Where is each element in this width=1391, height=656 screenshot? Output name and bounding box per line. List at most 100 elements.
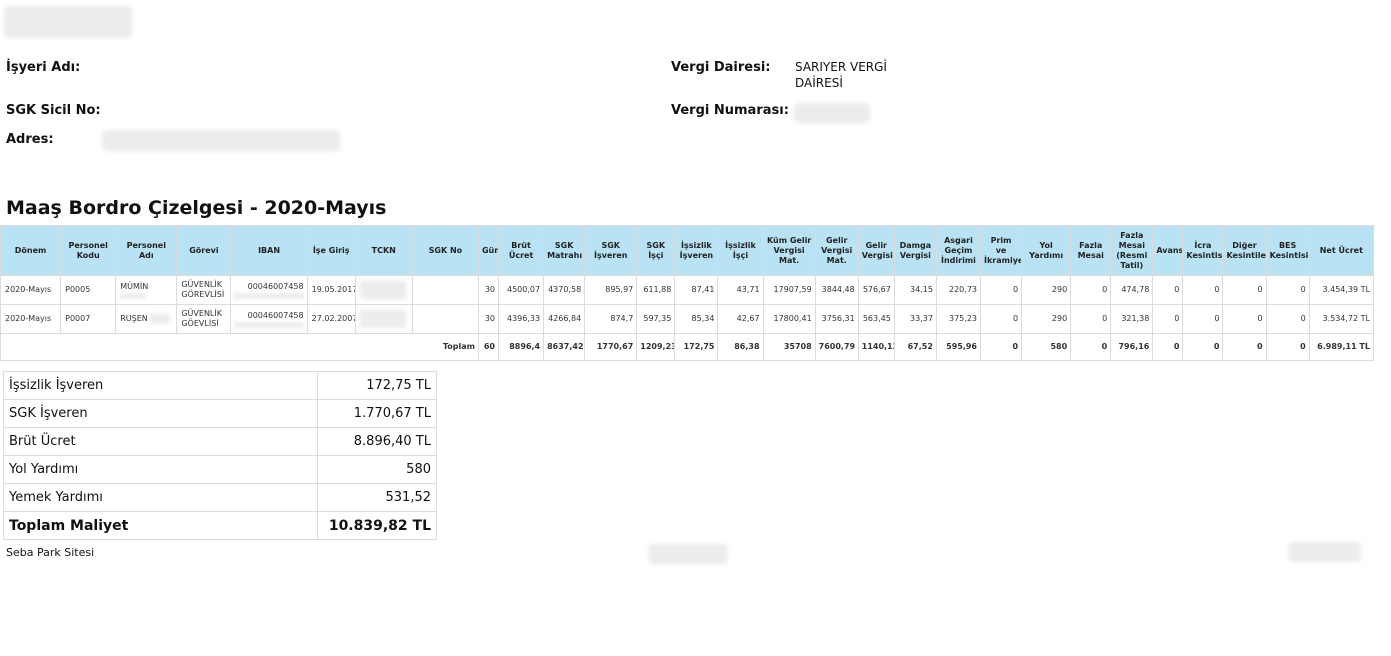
cell-net-ucret: 3.454,39 TL bbox=[1308, 275, 1375, 305]
cell-value: 17907,59 bbox=[762, 275, 816, 305]
cell-value: 597,35 bbox=[636, 304, 676, 334]
col-header: Personel Adı bbox=[115, 225, 178, 276]
cell-value: 290 bbox=[1021, 275, 1072, 305]
col-header: İşsizlik İşveren bbox=[674, 225, 719, 276]
summary-label: Yemek Yardımı bbox=[3, 483, 318, 512]
summary-total-row: Toplam Maliyet 10.839,82 TL bbox=[3, 511, 437, 540]
sgk-sicil-label: SGK Sicil No: bbox=[6, 103, 101, 118]
cell-value: 321,38 bbox=[1110, 304, 1154, 334]
col-header: Yol Yardımı bbox=[1021, 225, 1072, 276]
total-value: 595,96 bbox=[935, 333, 982, 361]
adres-redacted bbox=[102, 130, 340, 151]
cell-iban: 00046007458 bbox=[230, 275, 308, 305]
total-value: 0 bbox=[1222, 333, 1267, 361]
total-value: 796,16 bbox=[1110, 333, 1154, 361]
summary-value: 172,75 TL bbox=[317, 371, 437, 400]
cell-value: 563,45 bbox=[857, 304, 895, 334]
col-header: Net Ücret bbox=[1308, 225, 1375, 276]
cell-value: 576,67 bbox=[857, 275, 895, 305]
total-value: 35708 bbox=[762, 333, 816, 361]
total-value: 1770,67 bbox=[584, 333, 638, 361]
cost-summary-table: İşsizlik İşveren 172,75 TL SGK İşveren 1… bbox=[3, 371, 437, 540]
cell-value: 4500,07 bbox=[497, 275, 545, 305]
personel-adi-text: RUŞEN bbox=[120, 314, 148, 323]
tckn-redacted bbox=[359, 281, 406, 299]
cell-value: 3844,48 bbox=[814, 275, 859, 305]
cell-value: 0 bbox=[1265, 304, 1310, 334]
vergi-dairesi-label: Vergi Dairesi: bbox=[671, 60, 771, 75]
iban-redacted bbox=[234, 292, 305, 299]
total-net-ucret: 6.989,11 TL bbox=[1308, 333, 1375, 361]
cell-value: 611,88 bbox=[636, 275, 676, 305]
surname-redacted bbox=[150, 314, 171, 323]
cell-ise-giris: 27.02.2007 bbox=[306, 304, 356, 334]
cell-value: 0 bbox=[979, 304, 1023, 334]
cell-value: 4370,58 bbox=[543, 275, 586, 305]
cell-value: 4266,84 bbox=[543, 304, 586, 334]
signature-redacted-right bbox=[1288, 542, 1361, 562]
col-header: Dönem bbox=[0, 225, 62, 276]
total-value: 67,52 bbox=[893, 333, 937, 361]
total-value: 8896,4 bbox=[497, 333, 545, 361]
col-header: Gün bbox=[477, 225, 500, 276]
total-value: 0 bbox=[1182, 333, 1224, 361]
cell-tckn bbox=[354, 275, 413, 305]
total-value: 0 bbox=[1265, 333, 1310, 361]
total-value: 1140,12 bbox=[857, 333, 895, 361]
summary-label: Brüt Ücret bbox=[3, 427, 318, 456]
summary-label: İşsizlik İşveren bbox=[3, 371, 318, 400]
cell-value: 0 bbox=[1222, 304, 1267, 334]
iban-text: 00046007458 bbox=[247, 310, 304, 320]
cell-tckn bbox=[354, 304, 413, 334]
cell-personel-kodu: P0007 bbox=[60, 304, 117, 334]
cell-gorevi: GÜVENLİK GÖEVLİSİ bbox=[176, 304, 232, 334]
col-header: TCKN bbox=[354, 225, 413, 276]
cell-value: 30 bbox=[477, 304, 500, 334]
total-value: 172,75 bbox=[674, 333, 719, 361]
total-value: 580 bbox=[1021, 333, 1072, 361]
summary-row: Yol Yardımı 580 bbox=[3, 455, 437, 484]
cell-value: 33,37 bbox=[893, 304, 937, 334]
summary-row: İşsizlik İşveren 172,75 TL bbox=[3, 371, 437, 400]
cell-value: 0 bbox=[1222, 275, 1267, 305]
cell-donem: 2020-Mayıs bbox=[0, 304, 62, 334]
total-value: 1209,23 bbox=[636, 333, 676, 361]
col-header: Brüt Ücret bbox=[497, 225, 545, 276]
tckn-redacted bbox=[359, 310, 406, 328]
cell-sgk-no bbox=[411, 275, 479, 305]
col-header: BES Kesintisi bbox=[1265, 225, 1310, 276]
cell-value: 0 bbox=[1265, 275, 1310, 305]
cell-value: 0 bbox=[1152, 304, 1184, 334]
cell-value: 43,71 bbox=[717, 275, 764, 305]
cell-personel-kodu: P0005 bbox=[60, 275, 117, 305]
col-header: SGK No bbox=[411, 225, 479, 276]
cell-personel-adi: RUŞEN bbox=[115, 304, 178, 334]
cell-value: 4396,33 bbox=[497, 304, 545, 334]
summary-value: 580 bbox=[317, 455, 437, 484]
cell-value: 85,34 bbox=[674, 304, 719, 334]
summary-value: 1.770,67 TL bbox=[317, 399, 437, 428]
col-header: IBAN bbox=[230, 225, 308, 276]
col-header: Diğer Kesintiler bbox=[1222, 225, 1267, 276]
personel-adi-text: MÜMİN bbox=[120, 281, 149, 291]
adres-label: Adres: bbox=[6, 132, 54, 147]
col-header: Avans bbox=[1152, 225, 1184, 276]
company-logo-redacted bbox=[4, 6, 132, 38]
cell-donem: 2020-Mayıs bbox=[0, 275, 62, 305]
col-header: SGK İşçi bbox=[636, 225, 676, 276]
col-header: İşsizlik İşçi bbox=[717, 225, 764, 276]
col-header: Damga Vergisi bbox=[893, 225, 937, 276]
summary-row: Yemek Yardımı 531,52 bbox=[3, 483, 437, 512]
total-value: 0 bbox=[979, 333, 1023, 361]
summary-value: 8.896,40 TL bbox=[317, 427, 437, 456]
col-header: İşe Giriş bbox=[306, 225, 356, 276]
total-value: 8637,42 bbox=[543, 333, 586, 361]
total-value: 86,38 bbox=[717, 333, 764, 361]
iban-redacted bbox=[234, 321, 305, 328]
payroll-table: Dönem Personel Kodu Personel Adı Görevi … bbox=[0, 225, 1375, 361]
table-header-row: Dönem Personel Kodu Personel Adı Görevi … bbox=[0, 225, 1375, 276]
vergi-numarasi-redacted bbox=[794, 103, 870, 123]
summary-value: 531,52 bbox=[317, 483, 437, 512]
summary-row: SGK İşveren 1.770,67 TL bbox=[3, 399, 437, 428]
cell-value: 30 bbox=[477, 275, 500, 305]
